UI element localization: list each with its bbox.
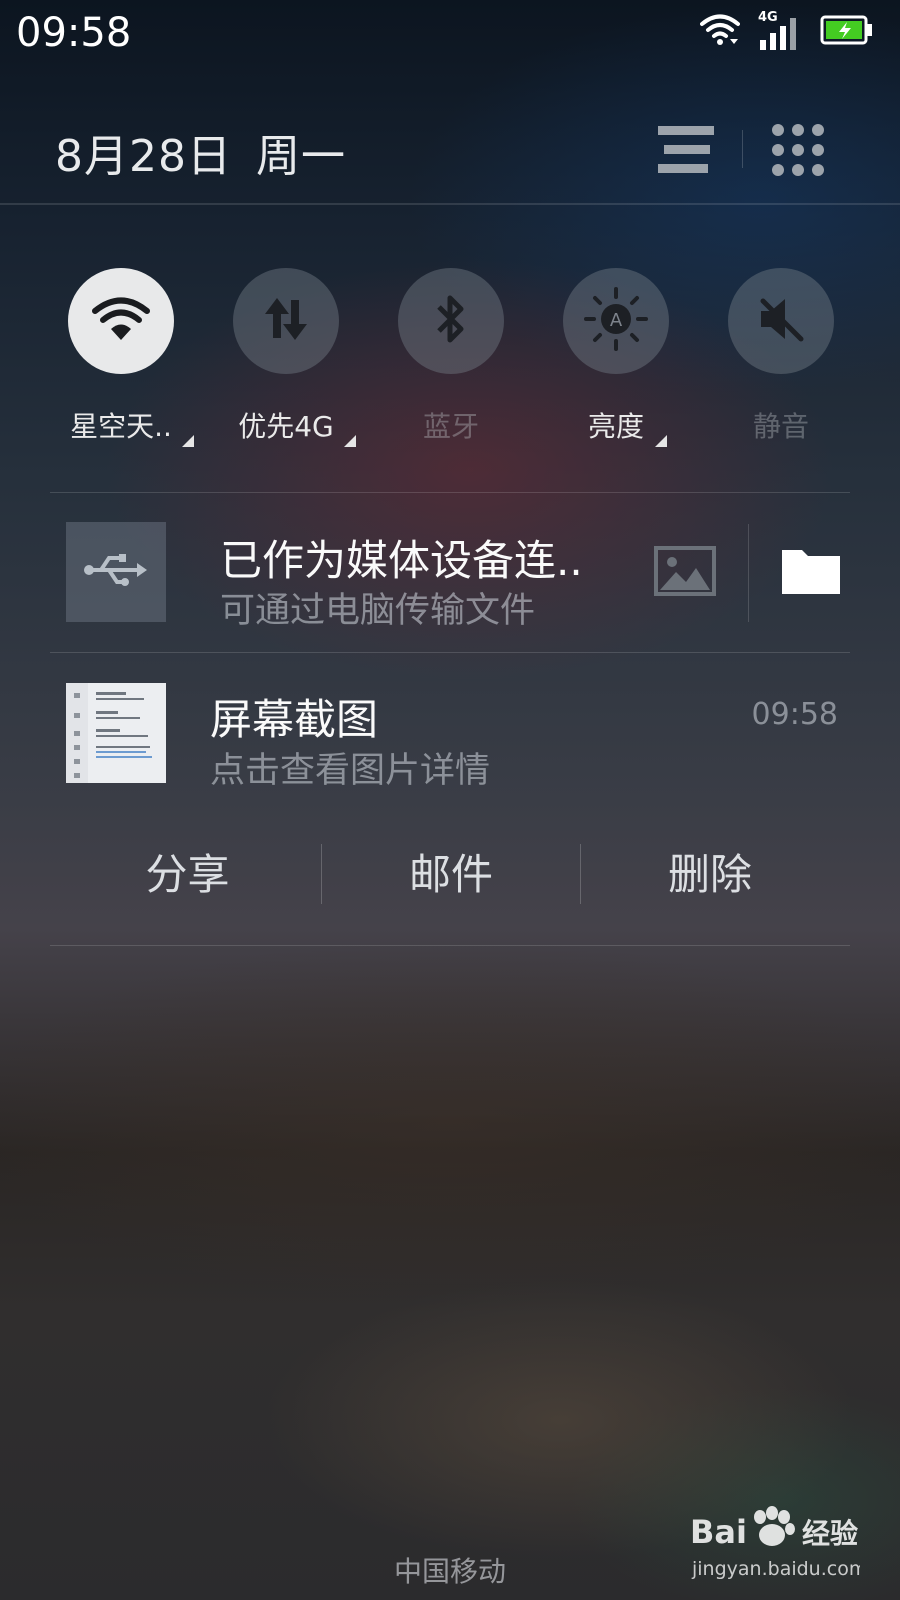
bluetooth-icon	[431, 291, 471, 351]
battery-charging-icon	[820, 15, 874, 49]
toggle-label-mute: 静音	[752, 410, 809, 443]
delete-button[interactable]: 删除	[581, 845, 839, 905]
screenshot-notification-subtitle: 点击查看图片详情	[210, 751, 491, 791]
header-divider-line	[0, 203, 900, 205]
toggle-mute[interactable]	[728, 268, 834, 374]
date-weekday: 8月28日 周一	[55, 120, 346, 184]
share-button[interactable]: 分享	[60, 845, 315, 905]
status-icons: 4G	[700, 10, 874, 52]
auto-brightness-icon: A	[583, 286, 649, 356]
mute-icon	[755, 293, 807, 349]
image-icon[interactable]	[654, 546, 716, 596]
screenshot-notification-title[interactable]: 屏幕截图	[210, 686, 378, 747]
toggle-label-bluetooth: 蓝牙	[422, 410, 479, 443]
apps-grid-icon[interactable]	[770, 122, 826, 178]
toggle-bluetooth[interactable]	[398, 268, 504, 374]
signal-icon: 4G	[758, 10, 802, 50]
baidu-jingyan-watermark: Bai 经验 jingyan.baidu.com	[690, 1505, 867, 1585]
toggle-label-brightness: 亮度	[587, 410, 644, 443]
date-label: 8月28日	[55, 131, 232, 182]
screenshot-notification-time: 09:58	[751, 697, 838, 732]
toggle-wifi[interactable]	[68, 268, 174, 374]
usb-notification-subtitle: 可通过电脑传输文件	[220, 591, 536, 631]
notification-bottom-divider	[50, 945, 850, 946]
header-divider	[742, 130, 743, 168]
usb-notification-divider	[748, 524, 749, 622]
mobile-data-menu-indicator	[344, 435, 356, 447]
toggle-brightness[interactable]: A	[563, 268, 669, 374]
svg-text:jingyan.baidu.com: jingyan.baidu.com	[691, 1558, 860, 1580]
folder-icon[interactable]	[780, 546, 842, 596]
svg-text:A: A	[610, 310, 623, 331]
svg-text:Bai: Bai	[690, 1513, 747, 1551]
usb-icon	[83, 552, 149, 592]
email-button[interactable]: 邮件	[322, 845, 580, 905]
status-time: 09:58	[16, 10, 132, 56]
brightness-menu-indicator	[655, 435, 667, 447]
usb-notification-icon	[66, 522, 166, 622]
svg-text:经验: 经验	[802, 1517, 858, 1550]
wifi-icon	[700, 13, 740, 51]
wifi-icon	[91, 294, 151, 348]
data-transfer-icon	[261, 294, 311, 348]
toggle-mobile-data[interactable]	[233, 268, 339, 374]
usb-notification-title[interactable]: 已作为媒体设备连..	[220, 527, 583, 588]
toggle-label-wifi: 星空天..	[70, 410, 172, 443]
wifi-menu-indicator	[182, 435, 194, 447]
list-icon[interactable]	[656, 122, 716, 178]
toggles-divider	[50, 492, 850, 493]
toggle-label-mobile-data: 优先4G	[238, 410, 334, 443]
notification-divider	[50, 652, 850, 653]
screenshot-thumbnail[interactable]	[66, 683, 166, 783]
weekday-label: 周一	[255, 131, 346, 182]
